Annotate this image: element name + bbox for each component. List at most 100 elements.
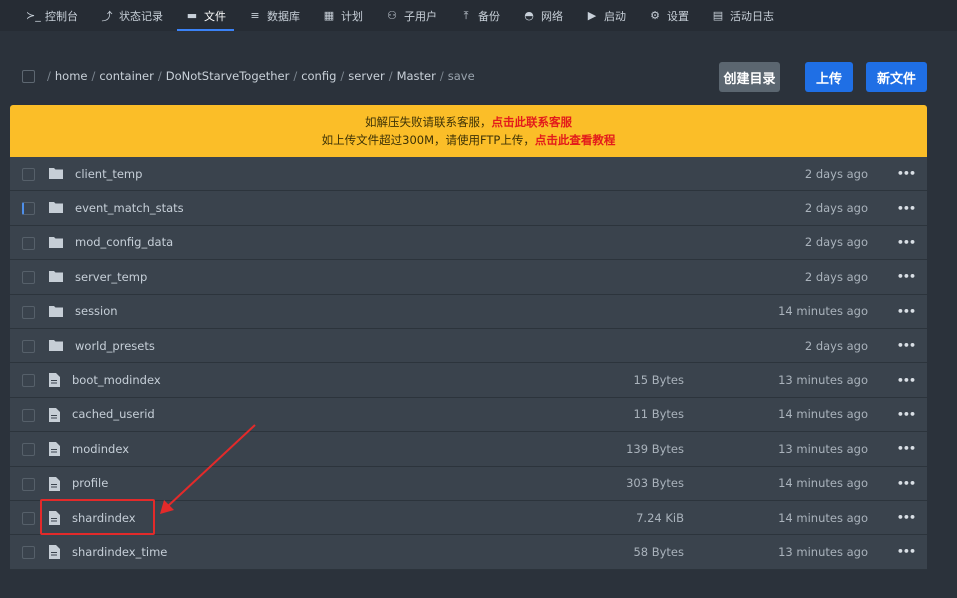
nav-item[interactable]: ≻_ 控制台 <box>26 0 78 31</box>
file-row[interactable]: shardindex_time 58 Bytes 13 minutes ago ••• <box>10 535 927 570</box>
breadcrumb-separator: / <box>91 69 96 83</box>
create-directory-button[interactable]: 创建目录 <box>719 62 780 92</box>
more-options-icon[interactable]: ••• <box>897 305 916 318</box>
file-name[interactable]: world_presets <box>75 339 155 353</box>
select-all-checkbox[interactable] <box>22 69 35 83</box>
breadcrumb-segment[interactable]: server <box>348 69 384 83</box>
row-checkbox[interactable] <box>22 408 35 422</box>
file-size: 15 Bytes <box>633 373 684 388</box>
file-icon <box>49 373 63 388</box>
notice-line-1: 如解压失败请联系客服，点击此联系客服 <box>365 113 572 131</box>
breadcrumb-segment[interactable]: Master <box>397 69 436 83</box>
folder-icon <box>49 270 63 283</box>
more-options-icon[interactable]: ••• <box>897 442 916 455</box>
network-icon: ◓ <box>524 9 534 22</box>
row-checkbox[interactable] <box>22 236 35 250</box>
nav-item[interactable]: ⚇ 子用户 <box>385 0 437 31</box>
file-name[interactable]: boot_modindex <box>72 373 161 387</box>
nav-item[interactable]: ≡ 数据库 <box>248 0 300 31</box>
folder-open-icon: ▬ <box>186 9 198 22</box>
breadcrumb-separator: / <box>439 69 444 83</box>
file-name[interactable]: server_temp <box>75 270 147 284</box>
nav-item-label: 文件 <box>204 9 226 23</box>
folder-icon <box>49 201 63 214</box>
upload-button[interactable]: 上传 <box>805 62 853 92</box>
row-checkbox[interactable] <box>22 443 35 457</box>
more-options-icon[interactable]: ••• <box>897 236 916 249</box>
folder-row[interactable]: event_match_stats 2 days ago ••• <box>10 191 927 226</box>
nav-item[interactable]: ◓ 网络 <box>522 0 563 31</box>
upload-icon: ⤒ <box>463 8 469 22</box>
more-options-icon[interactable]: ••• <box>897 477 916 490</box>
breadcrumb-segment[interactable]: container <box>99 69 154 83</box>
row-checkbox[interactable] <box>22 305 35 319</box>
new-file-button[interactable]: 新文件 <box>866 62 927 92</box>
nav-item[interactable]: ⤴ 状态记录 <box>100 0 164 31</box>
file-name[interactable]: event_match_stats <box>75 201 184 215</box>
folder-icon <box>49 305 63 318</box>
breadcrumb-segment[interactable]: save <box>448 69 475 83</box>
file-name[interactable]: modindex <box>72 442 129 456</box>
nav-item-label: 计划 <box>341 9 363 23</box>
notice-banner: 如解压失败请联系客服，点击此联系客服 如上传文件超过300M，请使用FTP上传，… <box>10 105 927 157</box>
folder-icon <box>49 236 63 249</box>
file-name[interactable]: profile <box>72 476 108 490</box>
more-options-icon[interactable]: ••• <box>897 167 916 180</box>
file-name[interactable]: mod_config_data <box>75 235 173 249</box>
folder-row[interactable]: server_temp 2 days ago ••• <box>10 260 927 295</box>
more-options-icon[interactable]: ••• <box>897 374 916 387</box>
more-options-icon[interactable]: ••• <box>897 545 916 558</box>
file-name[interactable]: shardindex_time <box>72 545 167 559</box>
tutorial-link[interactable]: 点击此查看教程 <box>535 133 616 147</box>
file-row[interactable]: profile 303 Bytes 14 minutes ago ••• <box>10 466 927 501</box>
file-row[interactable]: boot_modindex 15 Bytes 13 minutes ago ••• <box>10 363 927 398</box>
play-icon: ▶ <box>587 9 597 22</box>
file-icon <box>49 476 63 491</box>
database-icon: ≡ <box>250 9 260 22</box>
notice-text-2: 如上传文件超过300M，请使用FTP上传， <box>321 133 535 147</box>
folder-row[interactable]: client_temp 2 days ago ••• <box>10 157 927 192</box>
folder-icon <box>49 339 63 352</box>
file-row[interactable]: modindex 139 Bytes 13 minutes ago ••• <box>10 432 927 467</box>
breadcrumb-separator: / <box>340 69 345 83</box>
row-checkbox[interactable] <box>22 546 35 560</box>
breadcrumb-separator: / <box>47 69 51 83</box>
chart-icon: ⤴ <box>101 9 113 23</box>
file-modified: 13 minutes ago <box>778 441 868 456</box>
notice-text-1: 如解压失败请联系客服， <box>365 115 492 129</box>
nav-item-label: 备份 <box>478 9 500 23</box>
folder-row[interactable]: world_presets 2 days ago ••• <box>10 328 927 364</box>
nav-item[interactable]: ▤ 活动日志 <box>711 0 774 31</box>
more-options-icon[interactable]: ••• <box>897 511 916 524</box>
breadcrumb-separator: / <box>157 69 162 83</box>
breadcrumb-separator: / <box>388 69 393 83</box>
nav-item-label: 子用户 <box>404 9 437 23</box>
row-checkbox[interactable] <box>22 477 35 491</box>
more-options-icon[interactable]: ••• <box>897 408 916 421</box>
breadcrumb-segment[interactable]: config <box>301 69 336 83</box>
row-checkbox[interactable] <box>22 168 35 181</box>
file-name[interactable]: session <box>75 304 118 318</box>
nav-item[interactable]: ⤒ 备份 <box>459 0 500 31</box>
row-checkbox[interactable] <box>22 339 35 353</box>
more-options-icon[interactable]: ••• <box>897 339 916 352</box>
file-name[interactable]: client_temp <box>75 167 142 181</box>
more-options-icon[interactable]: ••• <box>897 202 916 215</box>
nav-item[interactable]: ⚙ 设置 <box>648 0 689 31</box>
folder-row[interactable]: mod_config_data 2 days ago ••• <box>10 225 927 261</box>
row-checkbox[interactable] <box>22 374 35 388</box>
more-options-icon[interactable]: ••• <box>897 270 916 283</box>
nav-item[interactable]: ▦ 计划 <box>322 0 363 31</box>
breadcrumb-segment[interactable]: DoNotStarveTogether <box>166 69 290 83</box>
nav-item[interactable]: ▶ 启动 <box>585 0 626 31</box>
row-checkbox[interactable] <box>22 511 35 525</box>
breadcrumb-segment[interactable]: home <box>55 69 88 83</box>
contact-support-link[interactable]: 点击此联系客服 <box>492 115 573 129</box>
file-name[interactable]: cached_userid <box>72 407 155 421</box>
row-checkbox[interactable] <box>22 202 35 216</box>
folder-row[interactable]: session 14 minutes ago ••• <box>10 294 927 329</box>
breadcrumb-separator: / <box>293 69 298 83</box>
nav-item[interactable]: ▬ 文件 <box>177 0 234 31</box>
row-checkbox[interactable] <box>22 271 35 285</box>
file-row[interactable]: cached_userid 11 Bytes 14 minutes ago ••• <box>10 397 927 433</box>
